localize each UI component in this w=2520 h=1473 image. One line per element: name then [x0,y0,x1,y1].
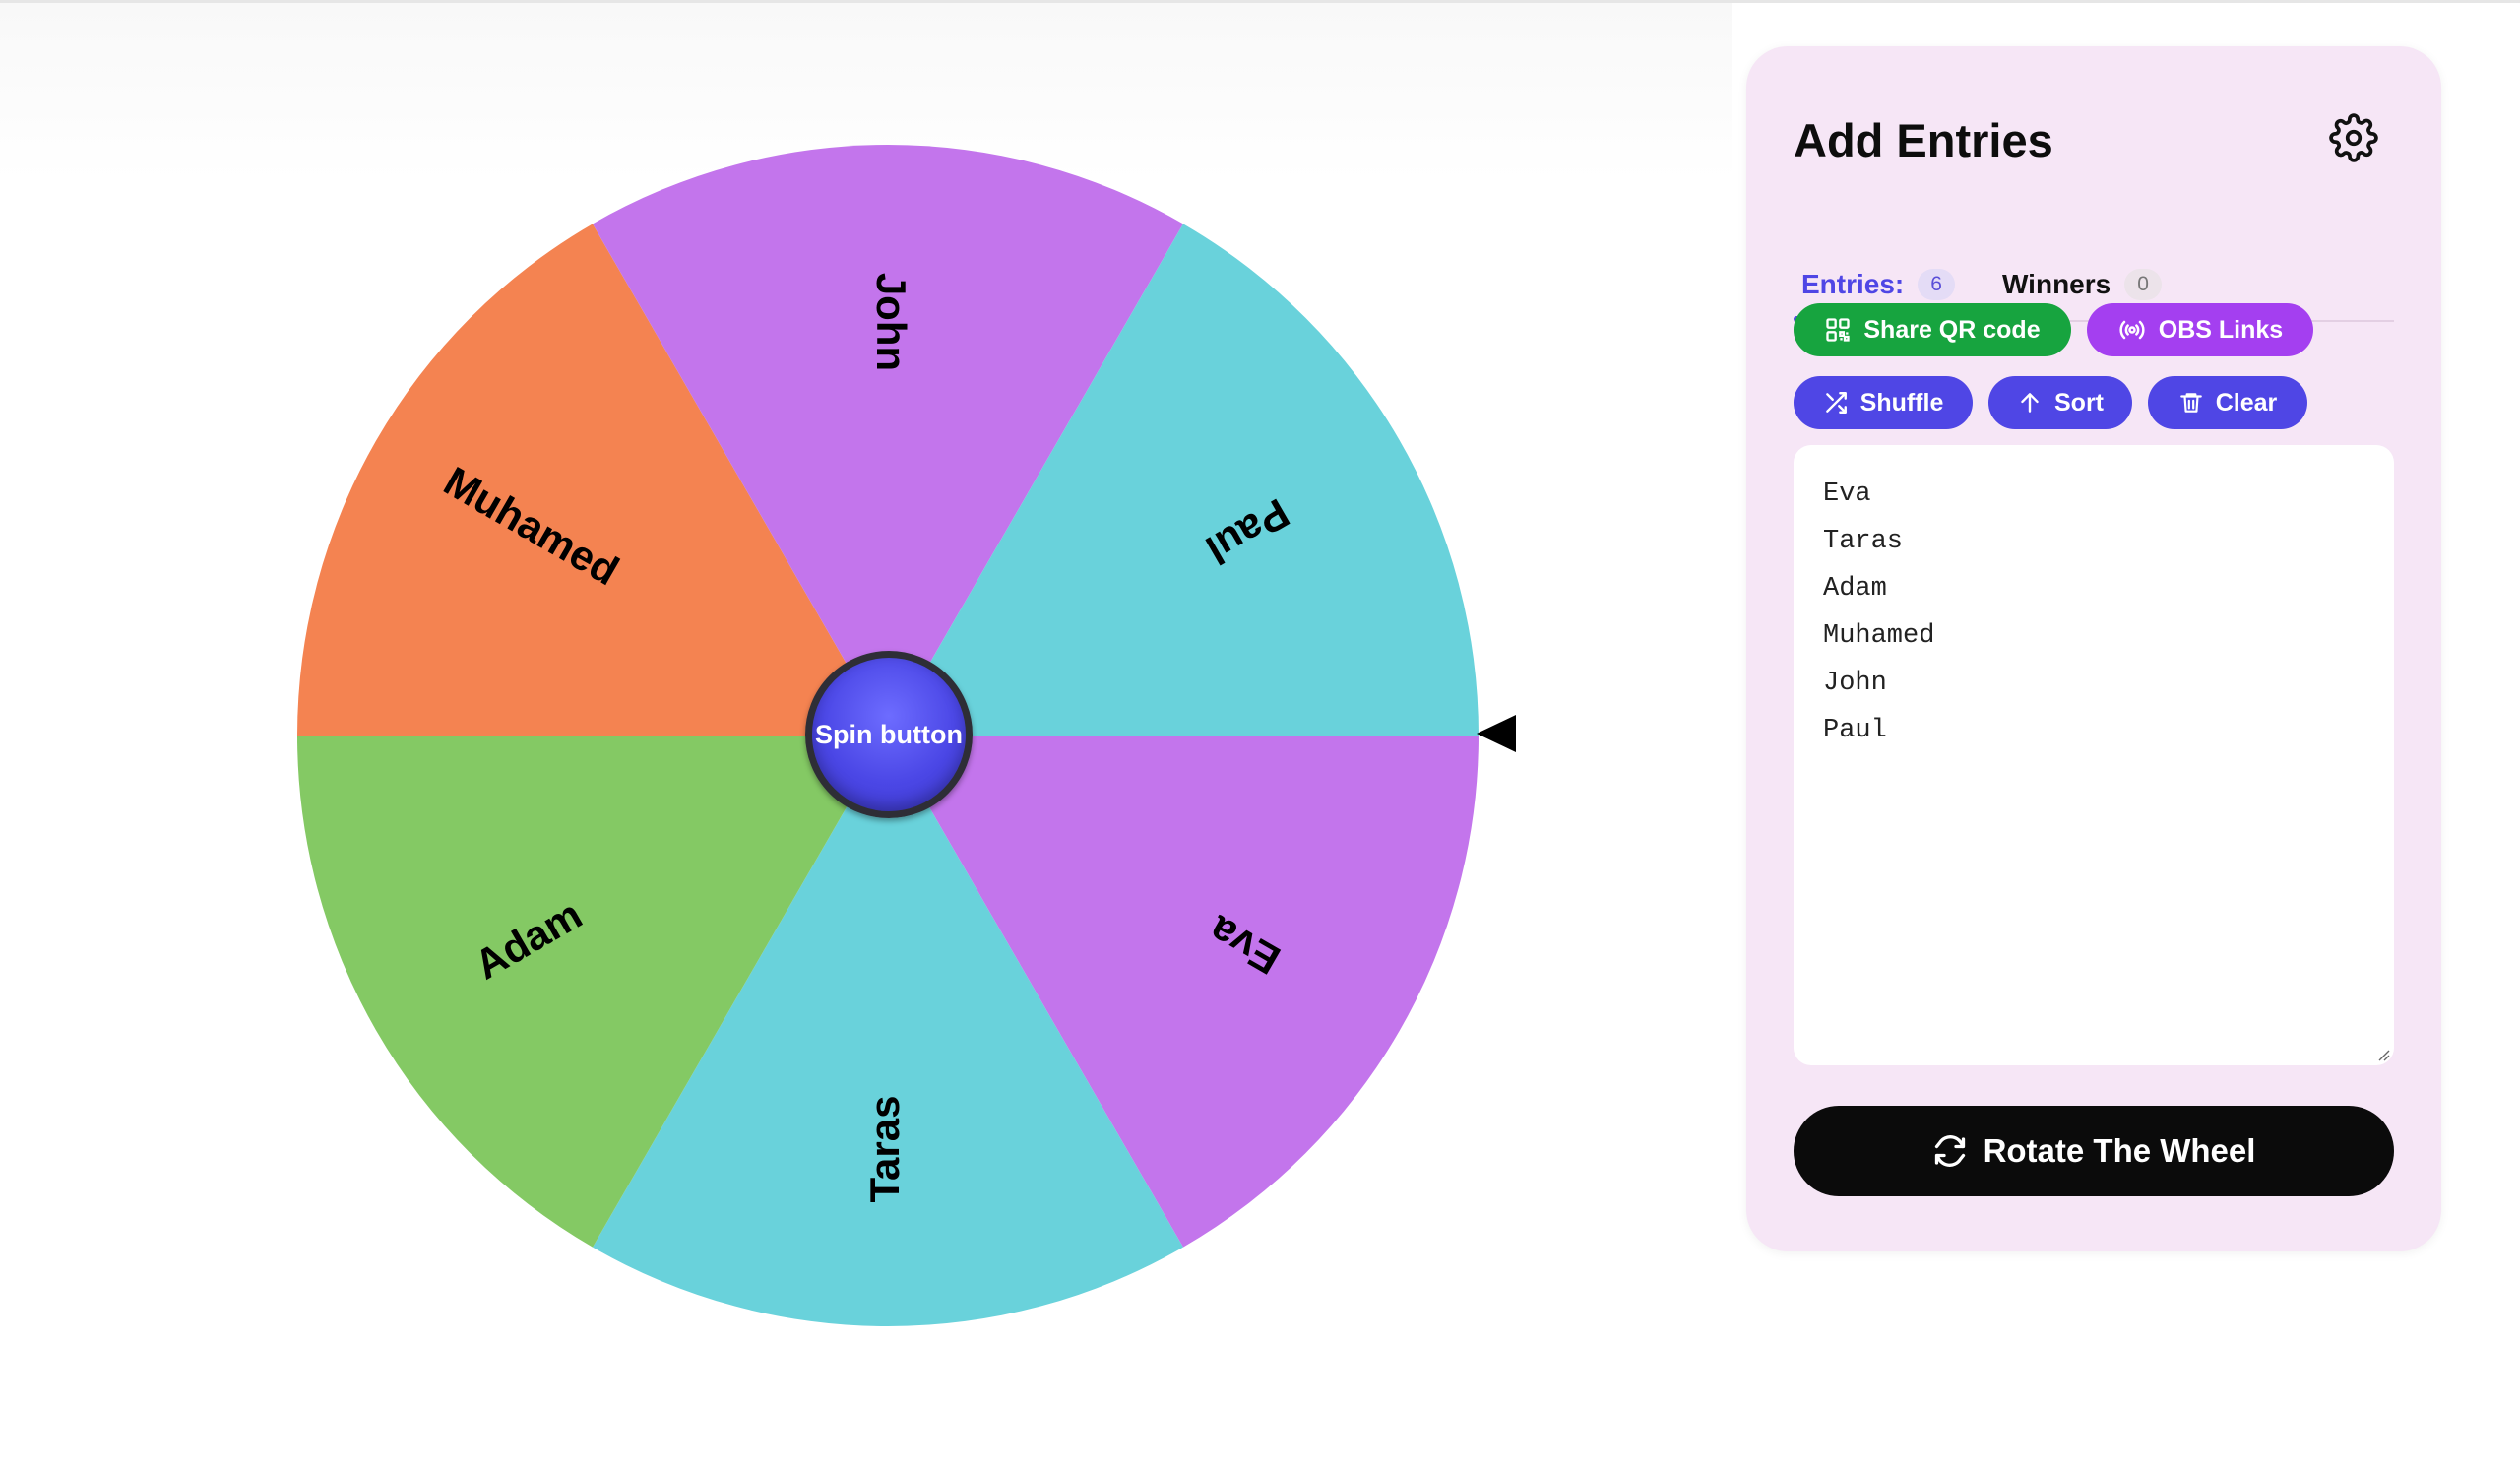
spin-button[interactable]: Spin button [805,651,973,818]
rotate-wheel-label: Rotate The Wheel [1983,1132,2256,1169]
qr-code-icon [1826,318,1851,342]
entries-list: Eva Taras Adam Muhamed John Paul [1823,471,1934,754]
entry-line: Eva [1823,480,1871,509]
refresh-icon [1934,1135,1965,1167]
shuffle-button[interactable]: Shuffle [1794,376,1973,429]
tab-entries-label: Entries: [1801,269,1905,299]
broadcast-icon [2119,320,2145,340]
sort-label: Sort [2054,388,2104,416]
winners-count-badge: 0 [2124,269,2162,300]
entry-line: Taras [1823,527,1904,556]
tab-winners-label: Winners [2002,269,2111,299]
shuffle-label: Shuffle [1859,388,1944,416]
arrow-up-icon [2021,393,2039,413]
rotate-wheel-button[interactable]: Rotate The Wheel [1794,1106,2394,1196]
clear-label: Clear [2215,388,2278,416]
sort-button[interactable]: Sort [1988,376,2132,429]
resize-handle-icon[interactable] [2374,1046,2390,1061]
entry-line: Muhamed [1823,621,1935,651]
settings-gear-icon[interactable] [2329,113,2378,162]
shuffle-icon [1825,392,1847,414]
share-qr-label: Share QR code [1863,315,2041,344]
entry-line: Adam [1823,574,1887,604]
tab-entries[interactable]: Entries: 6 [1801,269,1955,300]
entries-count-badge: 6 [1918,269,1955,300]
entries-textarea[interactable]: Eva Taras Adam Muhamed John Paul [1794,445,2394,1065]
obs-links-label: OBS Links [2158,315,2284,344]
wheel-container: Eva Taras Adam Muhamed John Paul Spin button [285,136,1545,1341]
wheel-segment-label: Taras [861,1096,908,1203]
tab-winners[interactable]: Winners 0 [2002,269,2162,300]
wheel-segment-label: John [868,273,914,371]
entries-panel: Add Entries Entries: 6 Winners 0 Share Q… [1746,46,2441,1251]
wheel-pointer-icon [1477,715,1516,752]
share-qr-button[interactable]: Share QR code [1794,303,2071,356]
entry-line: Paul [1823,716,1887,745]
panel-title: Add Entries [1794,114,2053,166]
trash-icon [2179,393,2202,413]
obs-links-button[interactable]: OBS Links [2087,303,2313,356]
clear-button[interactable]: Clear [2148,376,2307,429]
entry-line: John [1823,669,1887,698]
